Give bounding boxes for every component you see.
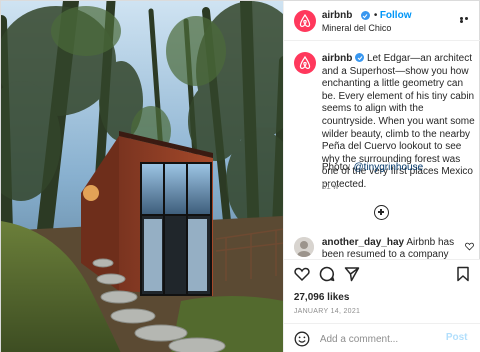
comment-like-heart-icon[interactable] (464, 242, 474, 251)
header-username[interactable]: airbnb (322, 10, 353, 21)
post-actions: 27,096 likes JANUARY 14, 2021 Post (283, 259, 480, 352)
verified-badge-icon (360, 11, 370, 20)
caption-section: airbnb Let Edgar—an architect and a Supe… (284, 42, 480, 222)
photo-credit-link[interactable]: @tinygrinhouse (354, 162, 424, 173)
post-header: airbnb • Follow Mineral del Chico (283, 1, 480, 41)
bookmark-icon[interactable] (455, 266, 471, 282)
caption-username[interactable]: airbnb (322, 53, 353, 64)
comment-input[interactable] (319, 330, 440, 348)
caption-avatar[interactable] (293, 52, 316, 74)
cabin-photo (1, 1, 283, 352)
airbnb-logo-icon (299, 14, 310, 28)
like-count[interactable]: 27,096 likes (294, 292, 350, 303)
photo-credit: Photo: @tinygrinhouse (322, 162, 423, 173)
share-icon[interactable] (344, 266, 360, 282)
location-link[interactable]: Mineral del Chico (322, 23, 392, 33)
load-more-comments-icon[interactable] (373, 205, 389, 220)
comment-username[interactable]: another_day_hay (322, 237, 404, 248)
heart-icon[interactable] (294, 266, 310, 282)
more-icon[interactable] (459, 17, 474, 23)
comment-text: another_day_hay Airbnb has been resumed … (322, 237, 462, 259)
separator-dot: • (373, 10, 378, 21)
commenter-avatar[interactable] (293, 237, 314, 257)
post-photo[interactable] (1, 1, 283, 352)
comment-item: another_day_hay Airbnb has been resumed … (284, 233, 480, 259)
add-comment-bar: Post (283, 323, 480, 352)
post-details-panel: airbnb • Follow Mineral del Chico airbnb… (282, 1, 480, 352)
post-time-ago[interactable]: 51 w (322, 182, 339, 191)
post-dialog: airbnb • Follow Mineral del Chico airbnb… (0, 0, 480, 352)
emoji-icon[interactable] (294, 331, 310, 347)
airbnb-logo-icon (299, 56, 310, 70)
photo-credit-prefix: Photo: (321, 162, 354, 173)
airbnb-avatar[interactable] (293, 10, 316, 32)
post-date[interactable]: JANUARY 14, 2021 (294, 308, 360, 315)
follow-button[interactable]: Follow (380, 10, 412, 21)
comment-icon[interactable] (319, 266, 335, 282)
user-avatar-icon (293, 237, 314, 257)
post-comment-button[interactable]: Post (446, 332, 468, 343)
verified-badge-icon (355, 53, 365, 62)
